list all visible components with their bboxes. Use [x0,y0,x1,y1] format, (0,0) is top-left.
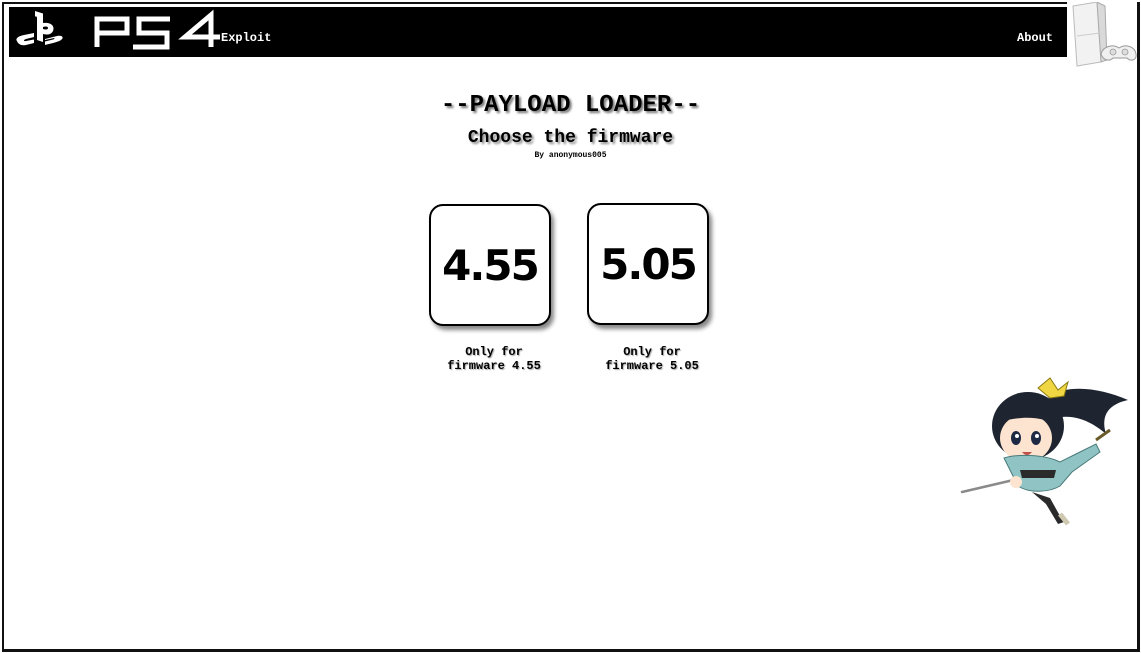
ps4-logo-icon[interactable]: TM [15,9,220,53]
firmware-455-caption: Only for firmware 4.55 [424,345,564,373]
page-subtitle: Choose the firmware [467,128,674,148]
page-title: --PAYLOAD LOADER-- [440,92,701,119]
chibi-samurai-girl-icon [960,377,1128,526]
firmware-455-label: 4.55 [442,240,540,290]
firmware-455-caption-line2: firmware 4.55 [447,359,541,373]
nav-about-link[interactable]: About [1017,31,1053,45]
firmware-505-caption-line2: firmware 5.05 [605,359,699,373]
firmware-455-caption-line1: Only for [465,345,523,359]
nav-exploit-link[interactable]: Exploit [221,31,271,45]
firmware-455-button[interactable]: 4.55 [429,204,551,326]
firmware-505-caption-line1: Only for [623,345,681,359]
firmware-505-button[interactable]: 5.05 [587,203,709,325]
author-credit: By anonymous005 [534,151,607,160]
ps4-console-icon [1067,2,1137,68]
svg-text:TM: TM [219,49,220,53]
firmware-505-label: 5.05 [600,239,698,289]
firmware-505-caption: Only for firmware 5.05 [582,345,722,373]
